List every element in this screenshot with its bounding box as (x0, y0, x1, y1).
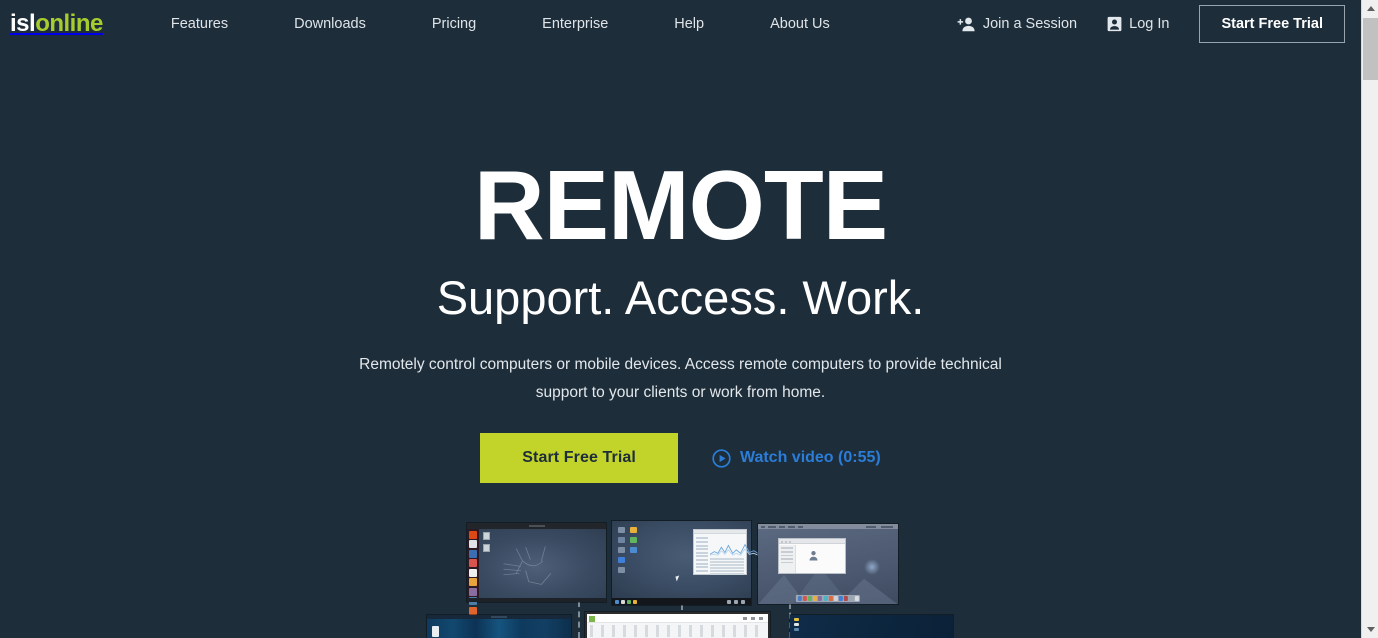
log-in-label: Log In (1129, 16, 1170, 32)
hero-description: Remotely control computers or mobile dev… (359, 355, 1002, 401)
hero-section: REMOTE Support. Access. Work. Remotely c… (0, 48, 1361, 484)
office-window-frame (587, 614, 768, 638)
watch-video-label: Watch video (0:55) (739, 449, 881, 467)
id-badge-icon (1107, 16, 1122, 32)
nav-item-help[interactable]: Help (641, 0, 737, 48)
browser-scrollbar[interactable] (1361, 0, 1378, 638)
hero-screenshot-collage (0, 516, 1361, 638)
ubuntu-statusbar (467, 598, 606, 602)
macos-finder-window (777, 538, 847, 574)
navbar-start-free-trial-button[interactable]: Start Free Trial (1199, 5, 1345, 43)
server-console-sidebar (794, 618, 799, 635)
screenshot-mobile-device-window (427, 615, 571, 638)
office-toolbar-icons (590, 625, 765, 637)
office-ribbon-bar (587, 614, 768, 623)
macos-finder-titlebar (778, 539, 846, 545)
macos-wallpaper-orb (863, 559, 880, 575)
office-window-controls (743, 617, 765, 620)
chevron-down-icon (1366, 627, 1375, 632)
mobile-phone-icon (432, 626, 439, 637)
hero-start-free-trial-button[interactable]: Start Free Trial (480, 433, 678, 484)
site-navbar: islonline Features Downloads Pricing Ent… (0, 0, 1361, 48)
logo-text-isl: isl (10, 10, 36, 37)
ubuntu-wallpaper (479, 529, 606, 598)
windows-app-table (709, 558, 744, 575)
nav-item-about-us[interactable]: About Us (737, 0, 863, 48)
logo-text-online: online (35, 10, 103, 37)
navbar-actions: Join a Session Log In Start Free Trial (927, 5, 1361, 43)
nav-item-features[interactable]: Features (138, 0, 261, 48)
windows-app-sidebar (695, 537, 708, 572)
scrollbar-thumb[interactable] (1363, 18, 1378, 80)
join-session-link[interactable]: Join a Session (957, 16, 1077, 32)
nav-item-downloads[interactable]: Downloads (261, 0, 399, 48)
page-viewport: islonline Features Downloads Pricing Ent… (0, 0, 1361, 638)
macos-user-icon (809, 551, 818, 561)
connector-line-1 (578, 601, 580, 638)
ubuntu-launcher-dock (467, 529, 479, 615)
windows-taskbar (612, 598, 751, 605)
hero-title: REMOTE (473, 150, 888, 260)
windows-app-titlebar (693, 530, 746, 535)
log-in-link[interactable]: Log In (1107, 16, 1169, 32)
chevron-up-icon (1366, 6, 1375, 11)
screenshot-server-console-window (790, 615, 953, 638)
person-add-icon (957, 16, 976, 32)
scrollbar-up-button[interactable] (1362, 0, 1378, 17)
ubuntu-wallpaper-art (503, 546, 552, 585)
join-session-label: Join a Session (982, 16, 1078, 32)
screenshot-macos-desktop (758, 524, 898, 604)
windows-application-window (692, 529, 763, 575)
play-circle-icon (712, 449, 731, 468)
watch-video-link[interactable]: Watch video (0:55) (712, 449, 881, 468)
primary-navigation: Features Downloads Pricing Enterprise He… (138, 0, 863, 48)
screenshot-office-application-window (585, 612, 770, 638)
nav-item-enterprise[interactable]: Enterprise (509, 0, 641, 48)
hero-subtitle: Support. Access. Work. (436, 271, 925, 324)
macos-finder-sidebar (778, 545, 796, 573)
nav-item-pricing[interactable]: Pricing (399, 0, 509, 48)
server-console-body (790, 615, 953, 638)
logo-islonline[interactable]: islonline (10, 12, 103, 36)
screenshot-windows-desktop (612, 521, 763, 605)
scrollbar-down-button[interactable] (1362, 621, 1378, 638)
mobile-window-body (427, 619, 571, 638)
windows-app-chart (709, 544, 763, 557)
office-app-logo-icon (589, 615, 595, 622)
macos-dock (795, 595, 861, 602)
hero-cta-group: Start Free Trial Watch video (0:55) (0, 433, 1361, 484)
screenshot-ubuntu-desktop (467, 523, 606, 615)
